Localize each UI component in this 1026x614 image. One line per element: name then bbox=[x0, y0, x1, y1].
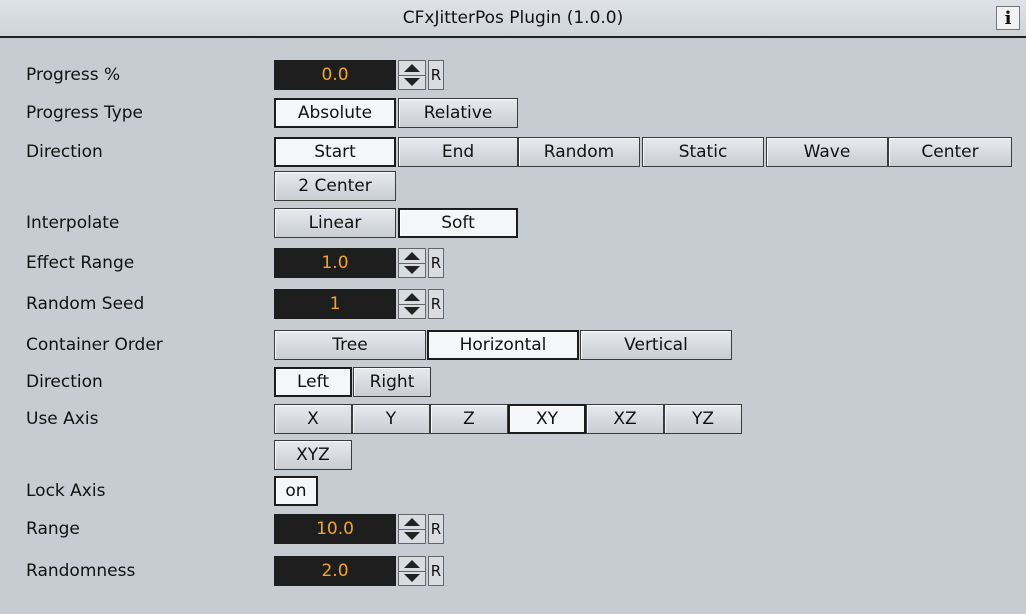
spin-up-icon[interactable] bbox=[399, 290, 425, 305]
use-axis-label: Use Axis bbox=[26, 409, 99, 429]
effect-range-reset-button[interactable]: R bbox=[428, 248, 444, 278]
random-seed-label: Random Seed bbox=[26, 294, 145, 314]
spin-up-icon[interactable] bbox=[399, 249, 425, 264]
range-spinner[interactable] bbox=[398, 514, 426, 544]
direction-2center-button[interactable]: 2 Center bbox=[274, 171, 396, 201]
spin-down-icon[interactable] bbox=[399, 304, 425, 318]
container-order-horizontal-button[interactable]: Horizontal bbox=[427, 330, 579, 360]
random-seed-reset-button[interactable]: R bbox=[428, 289, 444, 319]
direction-label: Direction bbox=[26, 142, 103, 162]
spin-up-icon[interactable] bbox=[399, 557, 425, 572]
title-bar: CFxJitterPos Plugin (1.0.0) i bbox=[0, 0, 1026, 38]
lock-axis-toggle[interactable]: on bbox=[274, 476, 318, 506]
use-axis-xyz-button[interactable]: XYZ bbox=[274, 440, 352, 470]
direction-center-button[interactable]: Center bbox=[888, 137, 1012, 167]
use-axis-xy-button[interactable]: XY bbox=[508, 404, 586, 434]
progress-type-label: Progress Type bbox=[26, 103, 143, 123]
direction-end-button[interactable]: End bbox=[398, 137, 518, 167]
interpolate-label: Interpolate bbox=[26, 213, 120, 233]
direction-random-button[interactable]: Random bbox=[518, 137, 640, 167]
progress-label: Progress % bbox=[26, 65, 121, 85]
direction2-right-button[interactable]: Right bbox=[353, 367, 431, 397]
effect-range-input[interactable]: 1.0 bbox=[274, 248, 396, 278]
lock-axis-label: Lock Axis bbox=[26, 481, 106, 501]
direction-wave-button[interactable]: Wave bbox=[766, 137, 888, 167]
spin-up-icon[interactable] bbox=[399, 61, 425, 76]
range-label: Range bbox=[26, 519, 80, 539]
spin-down-icon[interactable] bbox=[399, 571, 425, 585]
randomness-spinner[interactable] bbox=[398, 556, 426, 586]
interpolate-linear-button[interactable]: Linear bbox=[274, 208, 396, 238]
randomness-reset-button[interactable]: R bbox=[428, 556, 444, 586]
range-reset-button[interactable]: R bbox=[428, 514, 444, 544]
use-axis-yz-button[interactable]: YZ bbox=[664, 404, 742, 434]
progress-type-relative-button[interactable]: Relative bbox=[398, 98, 518, 128]
container-order-label: Container Order bbox=[26, 335, 163, 355]
effect-range-label: Effect Range bbox=[26, 253, 135, 273]
container-order-vertical-button[interactable]: Vertical bbox=[580, 330, 732, 360]
spin-up-icon[interactable] bbox=[399, 515, 425, 530]
direction-static-button[interactable]: Static bbox=[642, 137, 764, 167]
randomness-input[interactable]: 2.0 bbox=[274, 556, 396, 586]
progress-input[interactable]: 0.0 bbox=[274, 60, 396, 90]
use-axis-xz-button[interactable]: XZ bbox=[586, 404, 664, 434]
direction2-left-button[interactable]: Left bbox=[274, 367, 352, 397]
spin-down-icon[interactable] bbox=[399, 529, 425, 543]
random-seed-spinner[interactable] bbox=[398, 289, 426, 319]
range-input[interactable]: 10.0 bbox=[274, 514, 396, 544]
spin-down-icon[interactable] bbox=[399, 75, 425, 89]
use-axis-y-button[interactable]: Y bbox=[352, 404, 430, 434]
randomness-label: Randomness bbox=[26, 561, 136, 581]
use-axis-z-button[interactable]: Z bbox=[430, 404, 508, 434]
direction2-label: Direction bbox=[26, 372, 103, 392]
info-icon[interactable]: i bbox=[996, 6, 1020, 30]
random-seed-input[interactable]: 1 bbox=[274, 289, 396, 319]
progress-type-absolute-button[interactable]: Absolute bbox=[274, 98, 396, 128]
use-axis-x-button[interactable]: X bbox=[274, 404, 352, 434]
window-title: CFxJitterPos Plugin (1.0.0) bbox=[402, 8, 624, 28]
container-order-tree-button[interactable]: Tree bbox=[274, 330, 426, 360]
interpolate-soft-button[interactable]: Soft bbox=[398, 208, 518, 238]
effect-range-spinner[interactable] bbox=[398, 248, 426, 278]
spin-down-icon[interactable] bbox=[399, 263, 425, 277]
direction-start-button[interactable]: Start bbox=[274, 137, 396, 167]
progress-spinner[interactable] bbox=[398, 60, 426, 90]
progress-reset-button[interactable]: R bbox=[428, 60, 444, 90]
